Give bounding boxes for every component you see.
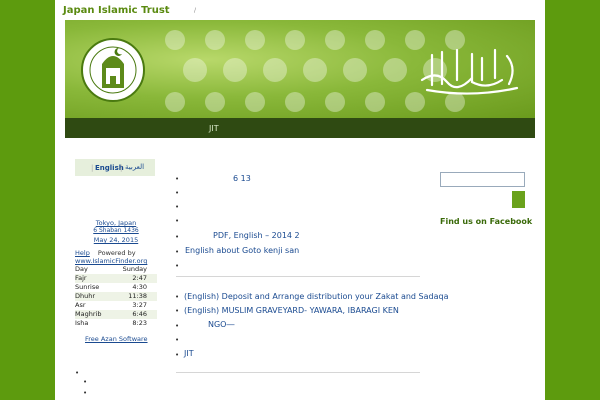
prayer-row-sunrise: Sunrise 4:30 <box>75 283 157 292</box>
post-link[interactable]: 6 13 <box>233 174 251 183</box>
prayer-hijri-date[interactable]: 6 Shaban 1436 <box>75 227 157 235</box>
search-button[interactable] <box>512 191 525 208</box>
list-bullet: • <box>175 248 180 256</box>
prayer-country-link[interactable]: Japan <box>118 219 136 227</box>
prayer-time: 4:30 <box>132 283 147 291</box>
prayer-row-maghrib: Maghrib 6:46 <box>75 310 157 319</box>
islamicfinder-link[interactable]: www.IslamicFinder.org <box>75 257 147 265</box>
prayer-name: Isha <box>75 319 89 327</box>
list-bullet: • <box>175 322 180 330</box>
post-link[interactable]: (English) Deposit and Arrange distributi… <box>184 292 448 301</box>
header-banner <box>65 20 535 119</box>
post-link[interactable]: PDF, English – 2014 2 <box>213 231 300 240</box>
prayer-day-value: Sunday <box>122 265 147 273</box>
list-bullet: • <box>75 369 80 377</box>
language-separator-right: | <box>120 164 123 172</box>
language-arabic-link[interactable]: العربية <box>125 163 144 171</box>
section-divider <box>176 372 420 373</box>
facebook-widget-title: Find us on Facebook <box>440 217 533 226</box>
prayer-gregorian-date[interactable]: May 24, 2015 <box>75 236 157 244</box>
section-divider <box>176 276 420 277</box>
free-azan-software-link[interactable]: Free Azan Software <box>85 335 148 343</box>
prayer-name: Sunrise <box>75 283 100 291</box>
prayer-name: Fajr <box>75 274 87 282</box>
post-link[interactable]: (English) MUSLIM GRAVEYARD- YAWARA, IBAR… <box>184 306 399 315</box>
site-tagline: / <box>194 7 197 14</box>
prayer-powered-label: Powered by <box>97 249 136 257</box>
prayer-day-row: Day Sunday <box>75 265 157 274</box>
prayer-time: 2:47 <box>132 274 147 282</box>
prayer-times-widget: Tokyo, Japan 6 Shaban 1436 May 24, 2015 … <box>75 219 157 344</box>
bismillah-calligraphy <box>420 48 519 95</box>
list-bullet: • <box>175 262 180 270</box>
prayer-name: Asr <box>75 301 86 309</box>
post-link[interactable]: NGO― <box>208 320 234 329</box>
main-navigation: JIT <box>65 118 535 138</box>
list-bullet: • <box>83 389 88 397</box>
list-bullet: • <box>175 217 180 225</box>
prayer-time: 3:27 <box>132 301 147 309</box>
page-container: Japan Islamic Trust / JIT | English | ال… <box>55 0 545 400</box>
prayer-time: 6:46 <box>132 310 147 318</box>
top-bar: Japan Islamic Trust / <box>55 0 545 22</box>
search-input[interactable] <box>440 172 525 187</box>
prayer-day-label: Day <box>75 265 88 273</box>
list-bullet: • <box>83 378 88 386</box>
prayer-row-isha: Isha 8:23 <box>75 319 157 328</box>
list-bullet: • <box>175 175 180 183</box>
prayer-row-asr: Asr 3:27 <box>75 301 157 310</box>
prayer-time: 8:23 <box>132 319 147 327</box>
prayer-name: Dhuhr <box>75 292 96 300</box>
list-bullet: • <box>175 336 180 344</box>
list-bullet: • <box>175 307 180 315</box>
list-bullet: • <box>175 233 180 241</box>
jit-logo-seal[interactable] <box>80 26 146 114</box>
prayer-name: Maghrib <box>75 310 102 318</box>
prayer-city-link[interactable]: Tokyo <box>96 219 114 227</box>
prayer-help-link[interactable]: Help <box>75 249 90 257</box>
prayer-row-fajr: Fajr 2:47 <box>75 274 157 283</box>
list-bullet: • <box>175 203 180 211</box>
prayer-time: 11:38 <box>128 292 147 300</box>
post-link[interactable]: JIT <box>184 349 194 358</box>
site-title-link[interactable]: Japan Islamic Trust <box>63 5 170 16</box>
list-bullet: • <box>175 351 180 359</box>
language-separator-left: | <box>91 164 94 172</box>
list-bullet: • <box>175 293 180 301</box>
language-switcher: | English | العربية <box>75 159 155 176</box>
prayer-row-dhuhr: Dhuhr 11:38 <box>75 292 157 301</box>
nav-item-jit[interactable]: JIT <box>209 124 219 133</box>
prayer-help-line: Help Powered by <box>75 249 157 257</box>
post-link[interactable]: English about Goto kenji san <box>185 246 299 255</box>
list-bullet: • <box>175 189 180 197</box>
prayer-location: Tokyo, Japan <box>75 219 157 227</box>
